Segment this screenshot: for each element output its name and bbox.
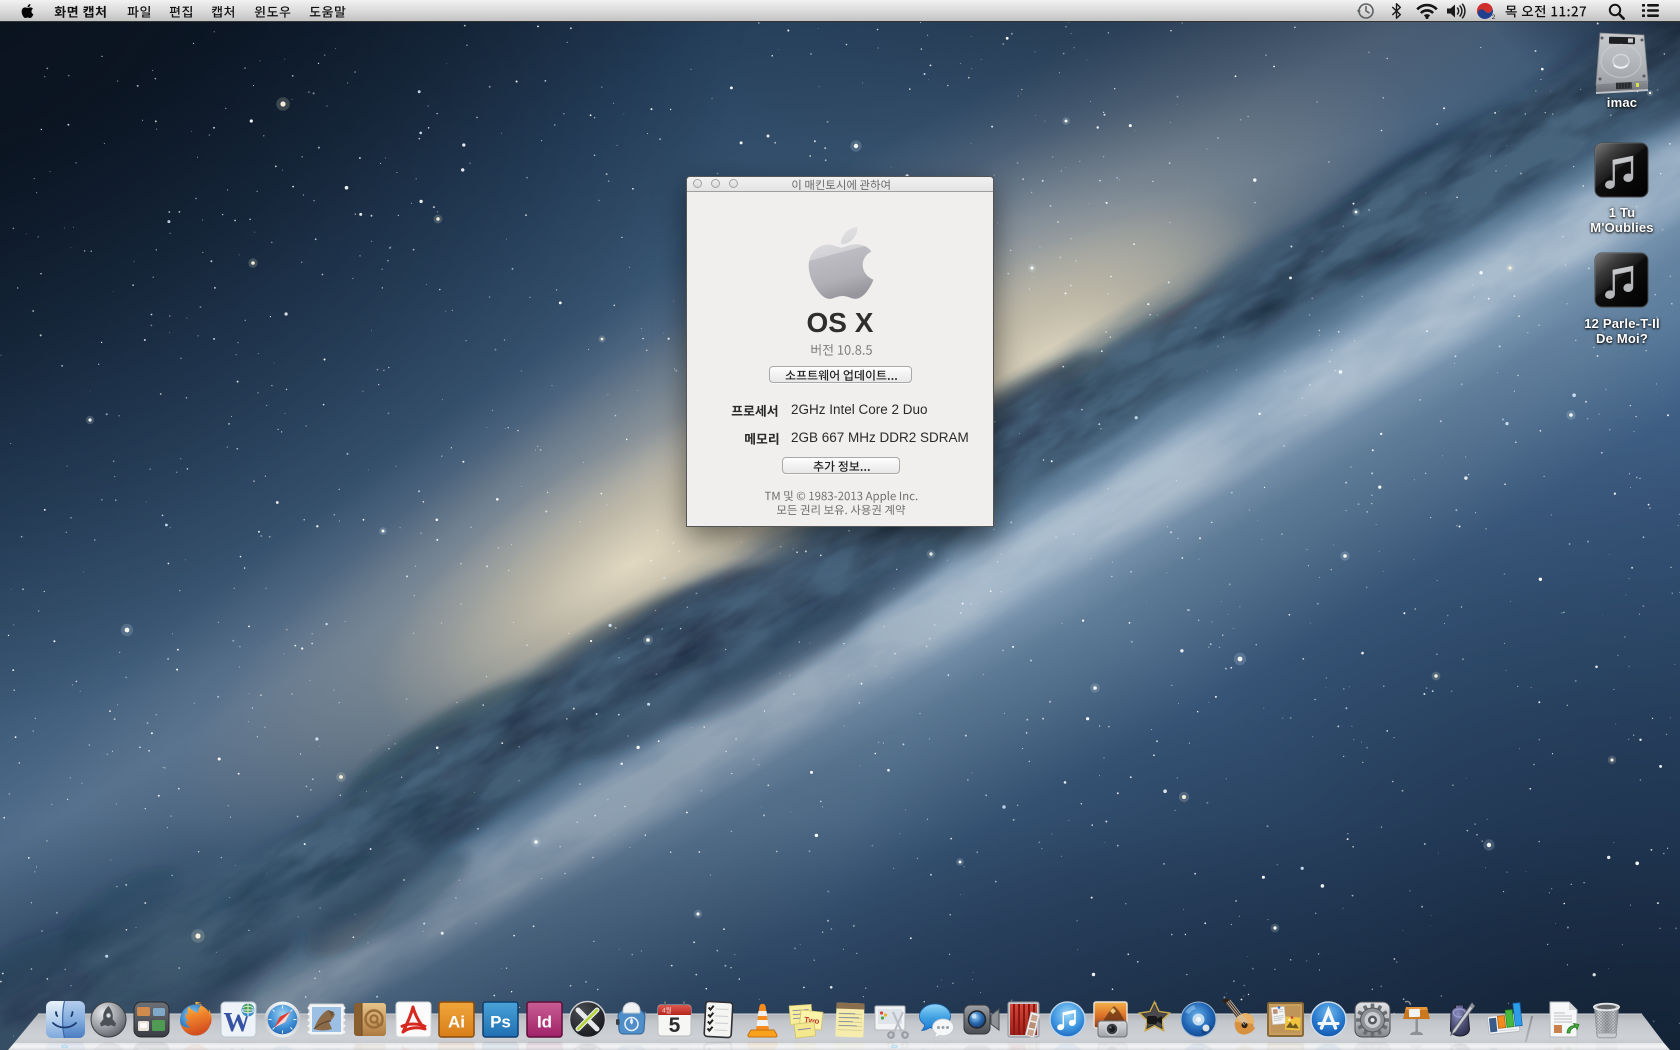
svg-text:5: 5 — [669, 1043, 681, 1050]
svg-text:2: 2 — [1492, 14, 1496, 20]
svg-text:Ai: Ai — [448, 1013, 465, 1032]
svg-text:5: 5 — [669, 1014, 681, 1037]
svg-text:Id: Id — [537, 1013, 552, 1032]
svg-text:W: W — [224, 1043, 251, 1050]
svg-text:Ps: Ps — [490, 1013, 511, 1032]
